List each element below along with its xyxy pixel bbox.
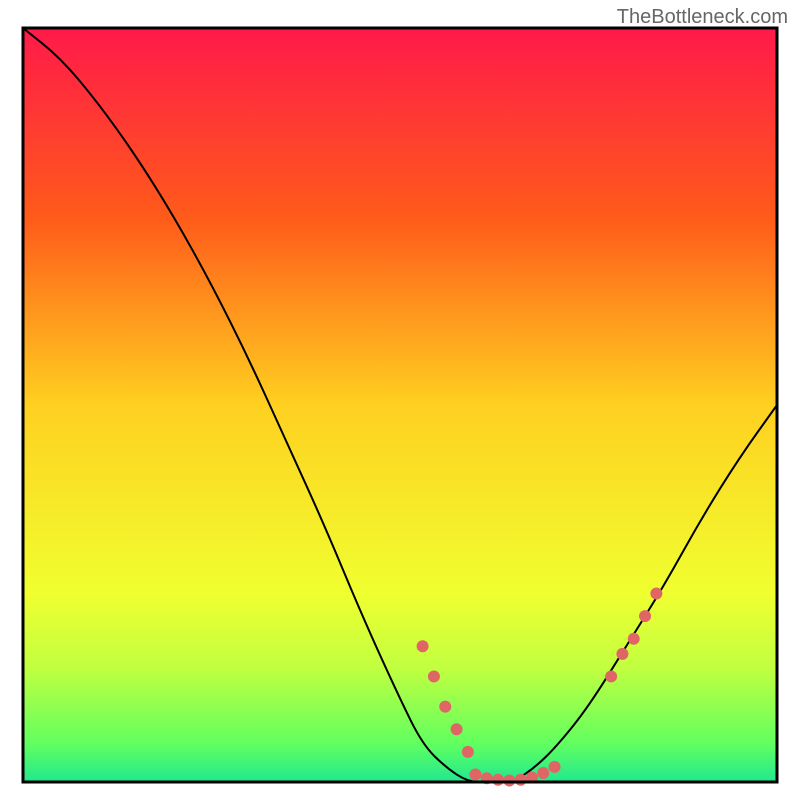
bottleneck-chart [0,0,800,800]
data-marker [605,670,617,682]
chart-container: TheBottleneck.com [0,0,800,800]
data-marker [503,774,515,786]
data-marker [428,670,440,682]
data-marker [515,774,527,786]
gradient-background [23,28,777,782]
data-marker [537,767,549,779]
data-marker [451,723,463,735]
data-marker [469,768,481,780]
data-marker [417,640,429,652]
data-marker [650,588,662,600]
data-marker [492,774,504,786]
data-marker [628,633,640,645]
watermark-text: TheBottleneck.com [617,6,788,29]
data-marker [439,701,451,713]
data-marker [549,761,561,773]
data-marker [639,610,651,622]
data-marker [616,648,628,660]
data-marker [462,746,474,758]
